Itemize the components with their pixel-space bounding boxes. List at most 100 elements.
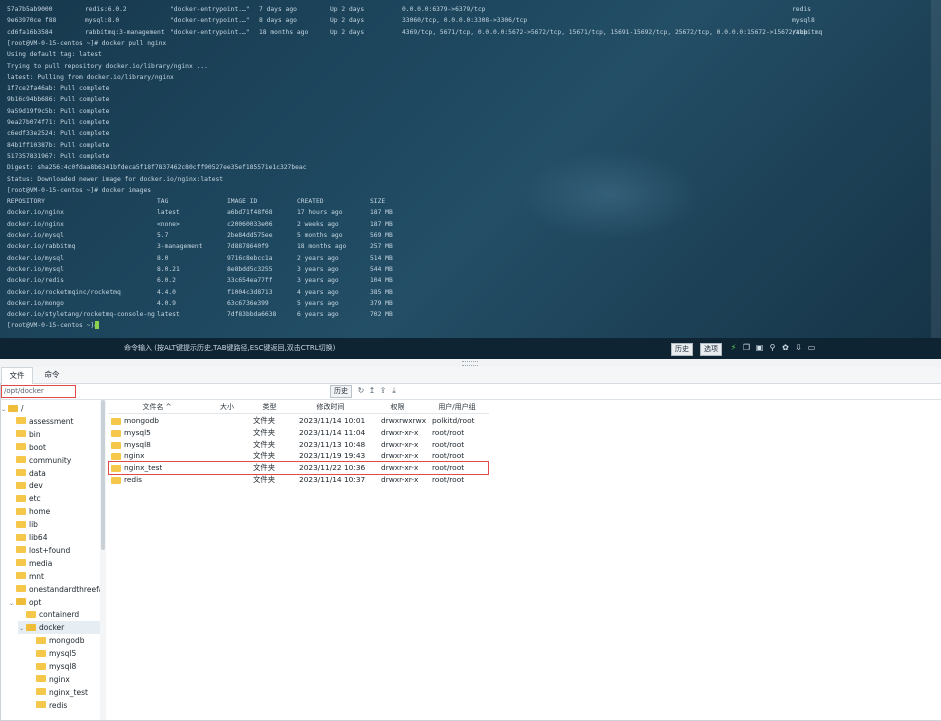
terminal-cell: docker.io/redis xyxy=(7,277,64,285)
tree-item-lib[interactable]: lib xyxy=(8,518,58,531)
terminal-panel[interactable]: 57a7b5ab9000 redis:6.0.2 "docker-entrypoin… xyxy=(0,0,941,338)
tree-item-root[interactable]: ⌄ / xyxy=(0,402,44,415)
folder-icon xyxy=(36,675,46,683)
terminal-cell: "docker-entrypoint.…" xyxy=(170,6,250,13)
tree-scrollbar[interactable] xyxy=(100,400,106,721)
tree-item-label: mongodb xyxy=(49,636,85,646)
tree-item-etc[interactable]: etc xyxy=(8,492,61,505)
tree-item-containerd[interactable]: containerd xyxy=(18,608,99,621)
folder-icon xyxy=(16,533,26,541)
lightning-icon[interactable]: ⚡ xyxy=(728,342,739,354)
download-icon[interactable]: ⇩ xyxy=(793,342,804,354)
tree-item-nginx-test[interactable]: nginx_test xyxy=(28,686,100,699)
terminal-cell: 0.0.0.0:6379->6379/tcp xyxy=(402,6,486,13)
tree-item-media[interactable]: media xyxy=(8,557,72,570)
file-row[interactable]: mysql5 文件夹 2023/11/14 11:04 drwxr-xr-x root/… xyxy=(108,427,489,439)
terminal-cell: 187 MB xyxy=(370,220,393,228)
path-history-button[interactable]: 历史 xyxy=(330,385,352,398)
tree-item-onestandardthreefact[interactable]: onestandardthreefact xyxy=(8,583,100,596)
terminal-cell: 1f7ce2fa46ab: Pull complete xyxy=(7,85,110,93)
upload-icon[interactable]: ⇪ xyxy=(378,385,388,397)
tree-item-bin[interactable]: bin xyxy=(8,428,61,441)
tree-item-data[interactable]: data xyxy=(8,467,66,480)
tree-item-label: etc xyxy=(29,494,41,504)
terminal-cell: 8.0 xyxy=(157,254,169,262)
file-cell-owner: root/root xyxy=(432,427,465,437)
file-cell-owner: root/root xyxy=(432,475,465,484)
terminal-cell: Status: Downloaded newer image for docke… xyxy=(7,175,224,183)
command-options-button[interactable]: 选项 xyxy=(700,343,722,356)
terminal-cell: Up 2 days xyxy=(330,28,365,36)
folder-icon xyxy=(16,456,26,464)
command-input-bar[interactable]: 命令输入 (按ALT键提示历史,TAB键路径,ESC键返回,双击CTRL切换) … xyxy=(0,338,941,359)
tree-item-lib64[interactable]: lib64 xyxy=(8,531,67,544)
terminal-cell: mysql:8.0 xyxy=(85,17,120,25)
terminal-cell: Using default tag: latest xyxy=(7,51,102,59)
terminal-cell: 6 years ago xyxy=(297,311,339,319)
command-history-button[interactable]: 历史 xyxy=(671,343,693,356)
file-cell-mtime: 2023/11/13 10:48 xyxy=(299,439,366,449)
column-header[interactable]: 文件名 ^ xyxy=(108,401,206,413)
tree-item-home[interactable]: home xyxy=(8,505,70,518)
download-icon[interactable]: ⤓ xyxy=(389,385,399,397)
terminal-cell: [root@VM-0-15-centos ~]# docker images xyxy=(7,186,152,194)
tree-item-mnt[interactable]: mnt xyxy=(8,570,64,583)
file-row[interactable]: mysql8 文件夹 2023/11/13 10:48 drwxr-xr-x root/… xyxy=(108,439,489,451)
expand-arrow-icon[interactable]: ⌄ xyxy=(8,597,15,610)
tree-scrollbar-thumb[interactable] xyxy=(101,400,105,550)
tab-commands[interactable]: 命令 xyxy=(36,367,68,383)
terminal-cell: 702 MB xyxy=(370,311,393,319)
folder-icon xyxy=(16,417,26,425)
tree-item-nginx[interactable]: nginx xyxy=(28,673,90,686)
terminal-scrollbar[interactable] xyxy=(931,0,941,338)
terminal-cell: docker.io/mysql xyxy=(7,232,64,239)
tree-item-opt[interactable]: ⌄ opt xyxy=(8,596,61,609)
tree-item-docker[interactable]: ⌄ docker xyxy=(18,621,100,635)
copy-icon[interactable]: ❐ xyxy=(741,342,752,354)
tree-item-boot[interactable]: boot xyxy=(8,441,66,454)
column-header[interactable]: 用户/用户组 xyxy=(425,401,489,413)
terminal-cell: docker.io/rocketmqinc/rocketmq xyxy=(7,288,121,296)
tree-item-label: docker xyxy=(39,623,65,633)
tree-item-mongodb[interactable]: mongodb xyxy=(28,634,100,647)
tree-item-mysql5[interactable]: mysql5 xyxy=(28,647,96,660)
terminal-cell: 4369/tcp, 5671/tcp, 0.0.0.0:5672->5672/t… xyxy=(402,28,808,36)
tree-item-label: lib xyxy=(29,520,38,530)
column-header[interactable]: 权限 xyxy=(370,401,425,413)
file-cell-type: 文件夹 xyxy=(253,427,276,437)
folder-icon xyxy=(16,469,26,476)
terminal-cell: latest xyxy=(157,311,180,319)
file-row[interactable]: redis 文件夹 2023/11/14 10:37 drwxr-xr-x root/r… xyxy=(108,474,489,486)
tree-item-dev[interactable]: dev xyxy=(8,479,63,492)
search-icon[interactable]: ⚲ xyxy=(767,342,778,354)
terminal-cell: rabbitmq:3-management xyxy=(85,28,165,36)
splitter-grip-icon[interactable] xyxy=(462,361,478,366)
tree-item-redis[interactable]: redis xyxy=(28,699,87,712)
settings-icon[interactable]: ✿ xyxy=(780,342,791,354)
terminal-cell: SIZE xyxy=(370,198,386,206)
expand-arrow-icon[interactable]: ⌄ xyxy=(0,403,7,416)
expand-arrow-icon[interactable]: ⌄ xyxy=(18,622,25,635)
terminal-cell: 544 MB xyxy=(370,265,393,273)
tab-files[interactable]: 文件 xyxy=(1,367,33,385)
folder-icon xyxy=(16,546,26,554)
panel-splitter[interactable] xyxy=(0,359,941,367)
command-input-hint[interactable]: 命令输入 (按ALT键提示历史,TAB键路径,ESC键返回,双击CTRL切换) xyxy=(124,343,335,353)
paste-icon[interactable]: ▣ xyxy=(754,342,765,354)
tree-item-community[interactable]: community xyxy=(8,454,91,467)
tree-item-mysql8[interactable]: mysql8 xyxy=(28,660,96,673)
file-row[interactable]: nginx_test 文件夹 2023/11/22 10:36 drwxr-xr-x r… xyxy=(108,461,489,476)
refresh-icon[interactable]: ↻ xyxy=(356,385,366,397)
up-icon[interactable]: ↥ xyxy=(367,385,377,397)
tree-item-lost-found[interactable]: lost+found xyxy=(8,544,90,557)
tree-item-label: redis xyxy=(49,700,68,710)
file-cell-perm: drwxr-xr-x xyxy=(381,475,419,484)
column-header[interactable]: 大小 xyxy=(206,401,248,413)
column-header[interactable]: 修改时间 xyxy=(291,401,370,413)
column-header[interactable]: 类型 xyxy=(248,401,291,413)
tree-item-assessment[interactable]: assessment xyxy=(8,415,93,428)
maximize-icon[interactable]: ▭ xyxy=(806,342,817,354)
path-input[interactable]: /opt/docker xyxy=(1,385,76,398)
file-row[interactable]: mongodb 文件夹 2023/11/14 10:01 drwxrwxrwx polk… xyxy=(108,415,489,427)
tree-item-label: lib64 xyxy=(29,533,48,542)
